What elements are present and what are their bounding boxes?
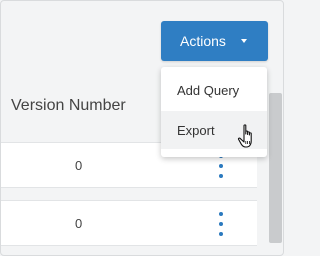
version-number-cell: 0	[75, 158, 83, 173]
version-number-cell: 0	[75, 216, 83, 231]
column-header-version-number[interactable]: Version Number	[11, 97, 126, 115]
actions-button[interactable]: Actions	[161, 21, 268, 61]
menu-item-add-query[interactable]: Add Query	[161, 71, 267, 109]
kebab-dot	[219, 164, 223, 168]
kebab-dot	[219, 222, 223, 226]
actions-button-label: Actions	[180, 33, 226, 49]
hand-pointer-icon	[237, 124, 252, 148]
menu-item-label: Add Query	[177, 83, 240, 98]
caret-down-icon	[241, 39, 247, 43]
kebab-menu-icon[interactable]	[215, 154, 227, 178]
kebab-dot	[219, 232, 223, 236]
menu-item-label: Export	[177, 123, 215, 138]
kebab-dot	[219, 212, 223, 216]
kebab-dot	[219, 174, 223, 178]
kebab-menu-icon[interactable]	[215, 212, 227, 236]
page-container: Version Number 0 0 Actions Add Query Exp…	[0, 0, 284, 256]
vertical-scrollbar[interactable]	[269, 93, 282, 243]
table-row[interactable]: 0	[1, 200, 257, 246]
